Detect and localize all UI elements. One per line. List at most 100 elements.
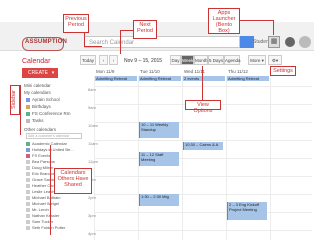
hour-label: 11am: [88, 141, 98, 146]
callout-line-next-v: [120, 30, 121, 54]
all-day-event[interactable]: 2 events: [183, 76, 225, 81]
calendar-color-swatch[interactable]: [26, 208, 30, 212]
view-agenda-button[interactable]: Agenda: [224, 55, 241, 65]
hour-label: 9am: [88, 105, 96, 110]
mini-calendar-toggle[interactable]: Mini calendar: [24, 83, 51, 88]
calendar-event[interactable]: 1:30 – 2:30 Mtg: [139, 194, 179, 206]
calendar-color-swatch[interactable]: [26, 178, 30, 182]
all-day-event[interactable]: Admitting Retreat: [227, 76, 269, 81]
next-period-button[interactable]: ›: [109, 55, 118, 65]
day-header[interactable]: Thu 11/12: [228, 69, 248, 74]
callout-previous-period: Previous Period: [63, 14, 89, 33]
calendar-color-swatch[interactable]: [26, 160, 30, 164]
hour-label: 3pm: [88, 213, 96, 218]
calendar-color-swatch[interactable]: [26, 112, 30, 116]
shared-calendar-label: Bea Parsons: [32, 159, 55, 164]
school-logo[interactable]: ASSUMPTION: [22, 37, 68, 51]
day-header[interactable]: Tue 11/10: [140, 69, 160, 74]
view-week-button[interactable]: Week: [181, 55, 194, 65]
more-button[interactable]: More ▾: [248, 55, 266, 65]
hour-gridline: [94, 212, 312, 213]
apps-launcher-icon[interactable]: ▦: [268, 36, 280, 48]
callout-line-next: [120, 30, 133, 31]
my-calendars-toggle[interactable]: My calendars: [24, 90, 51, 95]
other-calendars-toggle[interactable]: Other calendars: [24, 127, 56, 132]
calendar-color-swatch[interactable]: [26, 172, 30, 176]
shared-calendar-label: Seth Folden Potter: [32, 225, 66, 230]
calendar-color-swatch[interactable]: [26, 214, 30, 218]
calendar-color-swatch[interactable]: [26, 148, 30, 152]
calendar-color-swatch[interactable]: [26, 142, 30, 146]
calendar-color-swatch[interactable]: [26, 220, 30, 224]
shared-calendar-label: Nathan Kessler: [32, 213, 60, 218]
shared-calendar-label: Holidays in United Be...: [32, 147, 74, 152]
callout-shared-calendars: Calendars Others Have Shared: [54, 168, 92, 194]
callout-view-options: View Options: [185, 100, 221, 114]
calendar-color-swatch[interactable]: [26, 154, 30, 158]
calendar-event[interactable]: 11 – 12 Staff Meeting: [139, 152, 179, 166]
shared-calendar-label: FS Events: [32, 153, 51, 158]
page-title: Calendar: [22, 58, 51, 65]
previous-period-button[interactable]: ‹: [99, 55, 108, 65]
all-day-event[interactable]: Admitting Retreat: [139, 76, 181, 81]
date-range: Nov 9 – 15, 2015: [124, 58, 163, 64]
calendar-color-swatch[interactable]: [26, 190, 30, 194]
shared-calendar-label: Michael Weigel: [32, 201, 60, 206]
search-button[interactable]: [240, 36, 254, 48]
callout-line-previous: [84, 33, 85, 46]
calendar-event[interactable]: 2 – 3 Eng Kickoff Project Meeting: [227, 202, 267, 220]
all-day-event[interactable]: Admitting Retreat: [95, 76, 137, 81]
calendar-color-swatch[interactable]: [26, 202, 30, 206]
calendar-event[interactable]: 10:30 – Cairns & A: [183, 142, 223, 150]
settings-button[interactable]: ⚙▾: [268, 55, 282, 65]
hour-gridline: [94, 140, 312, 141]
hour-gridline: [94, 230, 312, 231]
calendar-color-swatch[interactable]: [26, 196, 30, 200]
add-coworker-input[interactable]: Add a coworker's calendar: [26, 133, 82, 139]
shared-calendar-label: Mr. Lerch: [32, 207, 49, 212]
hour-gridline: [94, 122, 312, 123]
calendar-color-swatch[interactable]: [26, 105, 30, 109]
view-5-days-button[interactable]: 5 Days: [208, 55, 224, 65]
calendar-event[interactable]: 10 – 11 Weekly Standup: [139, 122, 179, 138]
logo-text: ASSUMPTION: [25, 39, 68, 45]
my-calendar-label: Ayrain School: [32, 97, 60, 102]
callout-line-previous-h: [84, 46, 102, 47]
add-coworker-placeholder: Add a coworker's calendar: [28, 134, 70, 138]
hour-label: 8am: [88, 87, 96, 92]
callout-bracket-sidebar: [20, 85, 21, 135]
callout-line-view: [202, 66, 203, 100]
calendar-color-swatch[interactable]: [26, 119, 30, 123]
notifications-icon[interactable]: [285, 37, 295, 47]
callout-bracket-shared: [50, 145, 51, 235]
callout-apps-launcher: Apps Launcher (Bento Box): [208, 8, 240, 34]
calendar-color-swatch[interactable]: [26, 184, 30, 188]
avatar[interactable]: [299, 36, 311, 48]
calendar-color-swatch[interactable]: [26, 98, 30, 102]
shared-calendar-label: Michael Baltrain: [32, 195, 61, 200]
hour-label: 10am: [88, 123, 99, 128]
view-month-button[interactable]: Month: [194, 55, 208, 65]
hour-label: 2pm: [88, 195, 96, 200]
my-calendar-label: Tasks: [32, 118, 44, 123]
calendar-color-swatch[interactable]: [26, 166, 30, 170]
calendar-color-swatch[interactable]: [26, 226, 30, 230]
hour-gridline: [94, 86, 312, 87]
hour-gridline: [94, 194, 312, 195]
today-button[interactable]: Today: [80, 55, 96, 65]
hour-gridline: [94, 176, 312, 177]
hour-gridline: [94, 158, 312, 159]
shared-calendar-label: Eric Brandon: [32, 171, 56, 176]
hour-label: 12pm: [88, 159, 99, 164]
callout-next-period: Next Period: [133, 20, 157, 39]
create-dropdown-icon[interactable]: ▾: [48, 68, 58, 78]
search-input[interactable]: Search Calendar: [84, 36, 240, 48]
day-header[interactable]: Mon 11/9: [96, 69, 114, 74]
callout-line-apps: [240, 20, 273, 21]
callout-sidebar: Sidebar: [10, 85, 20, 115]
view-day-button[interactable]: Day: [170, 55, 181, 65]
shared-calendar-label: Leslie Leach: [32, 189, 55, 194]
callout-line-apps-v: [273, 20, 274, 35]
my-calendar-label: FS Conference Rm: [32, 111, 71, 116]
hour-label: 4pm: [88, 231, 96, 236]
